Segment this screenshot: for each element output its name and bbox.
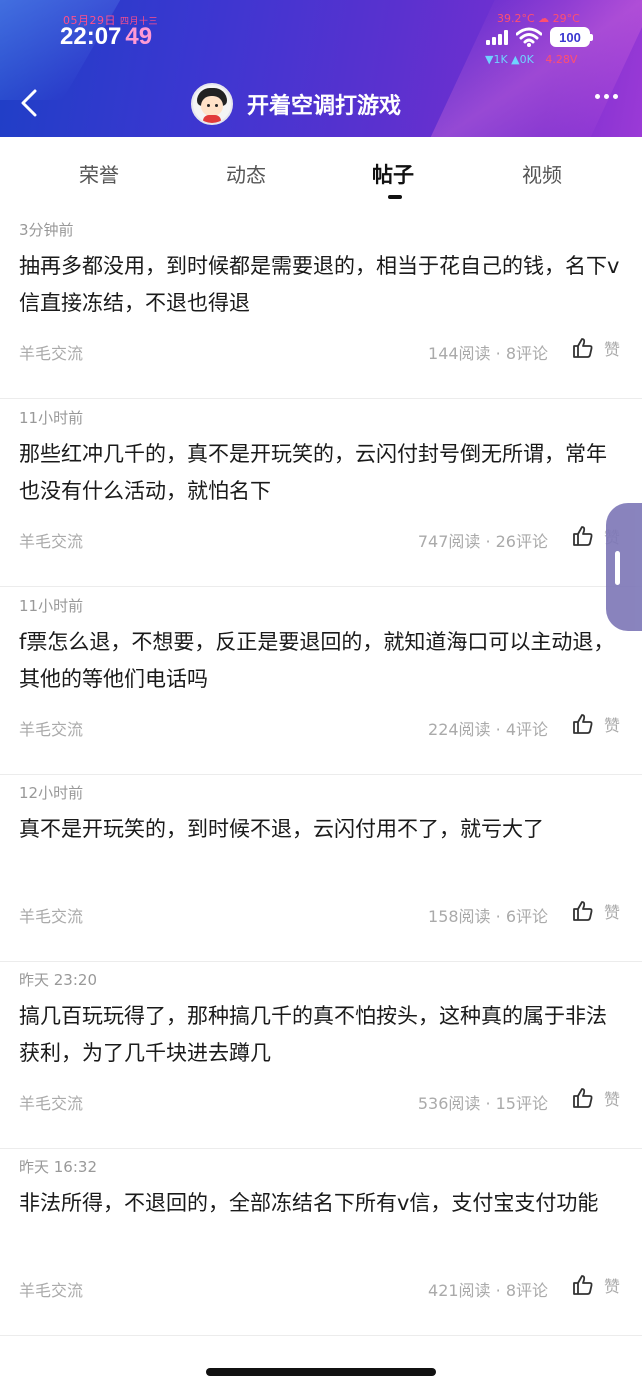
post-item[interactable]: 12小时前 真不是开玩笑的，到时候不退，云闪付用不了，就亏大了 羊毛交流 158… <box>0 774 642 962</box>
tab-honor[interactable]: 荣誉 <box>79 159 119 188</box>
status-icons: 100 <box>486 26 593 48</box>
like-button[interactable]: 赞 <box>572 1086 620 1110</box>
post-category-tag[interactable]: 羊毛交流 <box>19 1277 83 1301</box>
post-content[interactable]: 抽再多都没用，到时候都是需要退的，相当于花自己的钱，名下v信直接冻结，不退也得退 <box>19 248 627 322</box>
thumbs-up-icon <box>573 526 593 546</box>
like-label: 赞 <box>604 716 621 735</box>
post-stats: 421阅读 · 8评论 <box>428 1281 548 1300</box>
post-category-tag[interactable]: 羊毛交流 <box>19 528 83 552</box>
more-options-icon[interactable] <box>595 94 618 99</box>
post-category-tag[interactable]: 羊毛交流 <box>19 340 83 364</box>
thumbs-up-icon <box>573 714 593 734</box>
tab-activity[interactable]: 动态 <box>226 159 266 188</box>
upload-speed: ▲0K <box>511 53 534 66</box>
chevron-left-icon <box>21 89 37 117</box>
post-time: 3分钟前 <box>19 221 74 239</box>
post-content[interactable]: 那些红冲几千的，真不是开玩笑的，云闪付封号倒无所谓，常年也没有什么活动，就怕名下 <box>19 436 627 510</box>
tab-posts[interactable]: 帖子 <box>372 159 414 189</box>
temperature-readout: 39.2°C ☁ 29°C <box>497 12 580 25</box>
post-item[interactable]: 3分钟前 抽再多都没用，到时候都是需要退的，相当于花自己的钱，名下v信直接冻结，… <box>0 211 642 399</box>
signal-icon <box>486 29 508 45</box>
post-time: 昨天 16:32 <box>19 1158 97 1176</box>
post-category-tag[interactable]: 羊毛交流 <box>19 1090 83 1114</box>
post-category-tag[interactable]: 羊毛交流 <box>19 903 83 927</box>
thumbs-up-icon <box>573 1088 593 1108</box>
battery-icon: 100 <box>550 27 593 47</box>
profile-title[interactable]: 开着空调打游戏 <box>191 82 401 126</box>
back-button[interactable] <box>14 86 44 120</box>
post-item[interactable]: 昨天 16:32 非法所得，不退回的，全部冻结名下所有v信，支付宝支付功能 羊毛… <box>0 1148 642 1336</box>
clock-time: 22:07 <box>60 23 122 50</box>
like-button[interactable]: 赞 <box>572 712 620 736</box>
voltage-readout: 4.28V <box>545 53 578 66</box>
post-time: 昨天 23:20 <box>19 971 97 989</box>
status-clock: 22:07 49 <box>60 23 152 51</box>
post-category-tag[interactable]: 羊毛交流 <box>19 716 83 740</box>
tab-videos[interactable]: 视频 <box>522 159 562 188</box>
thumbs-up-icon <box>573 901 593 921</box>
tab-bar: 荣誉 动态 帖子 视频 <box>0 137 642 211</box>
page-title: 开着空调打游戏 <box>247 94 402 119</box>
post-content[interactable]: 真不是开玩笑的，到时候不退，云闪付用不了，就亏大了 <box>19 811 627 848</box>
like-label: 赞 <box>604 1277 621 1296</box>
wifi-icon <box>516 27 542 47</box>
post-content[interactable]: f票怎么退，不想要，反正是要退回的，就知道海口可以主动退，其他的等他们电话吗 <box>19 624 627 698</box>
download-speed: ▼1K <box>485 53 508 66</box>
like-label: 赞 <box>604 1090 621 1109</box>
post-stats: 747阅读 · 26评论 <box>417 532 548 551</box>
like-label: 赞 <box>604 340 621 359</box>
side-drawer-handle[interactable] <box>606 503 642 631</box>
post-content[interactable]: 非法所得，不退回的，全部冻结名下所有v信，支付宝支付功能 <box>19 1185 627 1222</box>
post-item[interactable]: 11小时前 那些红冲几千的，真不是开玩笑的，云闪付封号倒无所谓，常年也没有什么活… <box>0 399 642 587</box>
like-label: 赞 <box>604 903 621 922</box>
thumbs-up-icon <box>573 1275 593 1295</box>
like-button[interactable]: 赞 <box>572 336 620 360</box>
network-speed: ▼1K ▲0K 4.28V <box>485 53 577 66</box>
post-stats: 224阅读 · 4评论 <box>428 720 548 739</box>
post-item[interactable]: 11小时前 f票怎么退，不想要，反正是要退回的，就知道海口可以主动退，其他的等他… <box>0 587 642 775</box>
post-time: 12小时前 <box>19 784 84 802</box>
battery-level: 100 <box>559 29 581 45</box>
post-time: 11小时前 <box>19 409 84 427</box>
post-time: 11小时前 <box>19 597 84 615</box>
clock-seconds: 49 <box>125 23 153 50</box>
post-content[interactable]: 搞几百玩玩得了，那种搞几千的真不怕按头，这种真的属于非法获利，为了几千块进去蹲几 <box>19 998 627 1072</box>
header-bar: 05月29日 四月十三 22:07 49 39.2°C ☁ 29°C 100 ▼1K… <box>0 0 642 137</box>
active-tab-indicator <box>388 195 402 199</box>
post-item[interactable]: 昨天 23:20 搞几百玩玩得了，那种搞几千的真不怕按头，这种真的属于非法获利，… <box>0 961 642 1149</box>
post-stats: 536阅读 · 15评论 <box>417 1094 548 1113</box>
post-stats: 158阅读 · 6评论 <box>428 907 548 926</box>
home-indicator[interactable] <box>206 1368 436 1376</box>
thumbs-up-icon <box>573 338 593 358</box>
like-button[interactable]: 赞 <box>572 1273 620 1297</box>
like-button[interactable]: 赞 <box>572 899 620 923</box>
post-stats: 144阅读 · 8评论 <box>428 344 548 363</box>
avatar[interactable] <box>191 83 233 125</box>
